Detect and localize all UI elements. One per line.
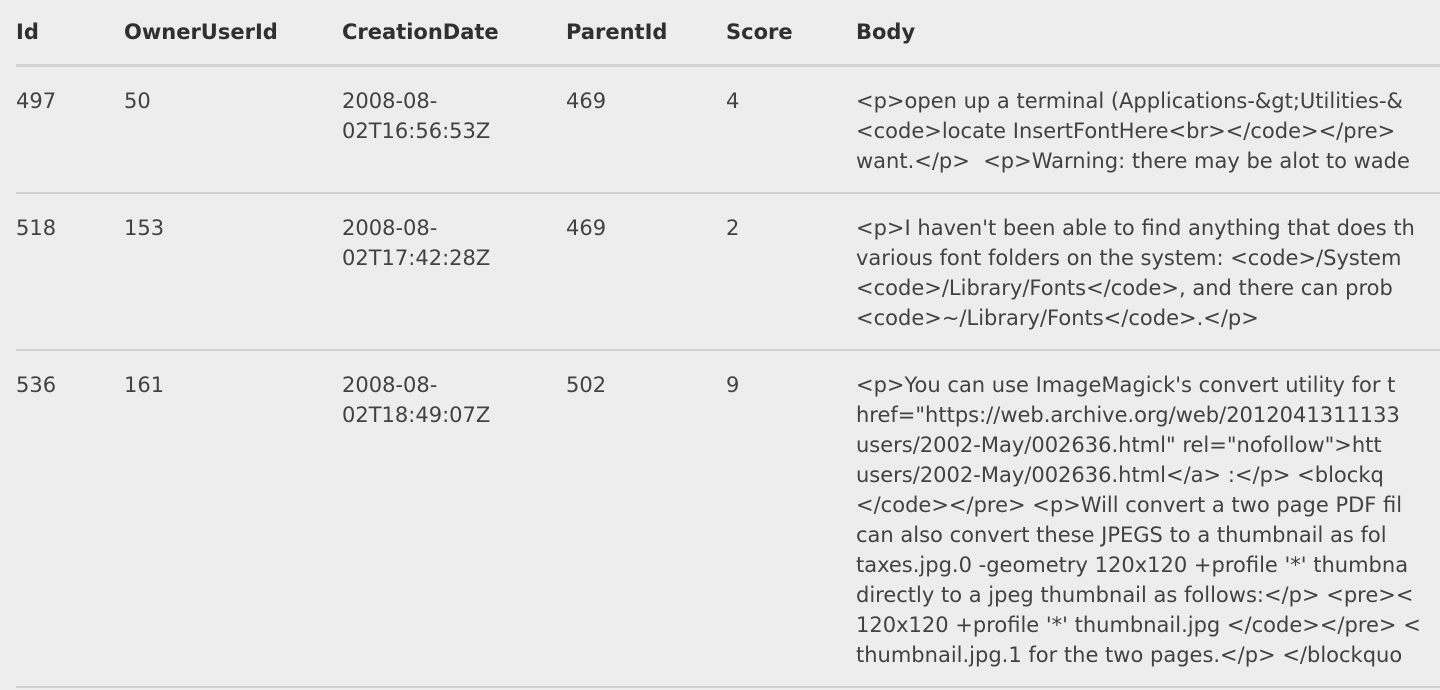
column-header-score[interactable]: Score [726, 0, 856, 67]
cell-id: 518 [16, 193, 124, 351]
cell-id: 536 [16, 350, 124, 688]
cell-creation-date: 2008-08- 02T18:49:07Z [342, 350, 566, 688]
body-line: can also convert these JPEGS to a thumbn… [856, 523, 1387, 547]
column-header-id[interactable]: Id [16, 0, 124, 67]
body-line: <code>locate InsertFontHere<br></code></… [856, 119, 1396, 143]
table-header-row: Id OwnerUserId CreationDate ParentId Sco… [16, 0, 1440, 67]
cell-owner-user-id: 50 [124, 65, 342, 194]
creation-date-line: 02T16:56:53Z [342, 119, 491, 143]
body-line: users/2002-May/002636.html" rel="nofollo… [856, 433, 1382, 457]
cell-score: 2 [726, 193, 856, 351]
creation-date-line: 2008-08- [342, 216, 438, 240]
cell-body: <p>You can use ImageMagick's convert uti… [856, 350, 1440, 688]
cell-score: 9 [726, 350, 856, 688]
cell-creation-date: 2008-08- 02T16:56:53Z [342, 65, 566, 194]
body-line: <p>You can use ImageMagick's convert uti… [856, 373, 1396, 397]
results-table-container: Id OwnerUserId CreationDate ParentId Sco… [16, 0, 1440, 690]
body-line: <code>~/Library/Fonts</code>.</p> [856, 306, 1259, 330]
column-header-owner-user-id[interactable]: OwnerUserId [124, 0, 342, 67]
body-line: href="https://web.archive.org/web/201204… [856, 403, 1400, 427]
body-line: various font folders on the system: <cod… [856, 246, 1402, 270]
cell-parent-id: 502 [566, 350, 726, 688]
body-line: <code>/Library/Fonts</code>, and there c… [856, 276, 1393, 300]
cell-score: 4 [726, 65, 856, 194]
cell-parent-id: 469 [566, 65, 726, 194]
cell-parent-id: 469 [566, 193, 726, 351]
body-line: 120x120 +profile '*' thumbnail.jpg </cod… [856, 613, 1421, 637]
creation-date-line: 2008-08- [342, 373, 438, 397]
cell-id: 497 [16, 65, 124, 194]
cell-creation-date: 2008-08- 02T17:42:28Z [342, 193, 566, 351]
body-line: <p>I haven't been able to find anything … [856, 216, 1415, 240]
column-header-creation-date[interactable]: CreationDate [342, 0, 566, 67]
creation-date-line: 02T18:49:07Z [342, 403, 491, 427]
body-line: directly to a jpeg thumbnail as follows:… [856, 583, 1414, 607]
table-row: 497 50 2008-08- 02T16:56:53Z 469 4 <p>op… [16, 65, 1440, 194]
cell-body: <p>open up a terminal (Applications-&gt;… [856, 65, 1440, 194]
creation-date-line: 2008-08- [342, 89, 438, 113]
cell-owner-user-id: 153 [124, 193, 342, 351]
body-line: want.</p> <p>Warning: there may be alot … [856, 149, 1410, 173]
table-row: 518 153 2008-08- 02T17:42:28Z 469 2 <p>I… [16, 193, 1440, 351]
body-line: thumbnail.jpg.1 for the two pages.</p> <… [856, 643, 1403, 667]
cell-body: <p>I haven't been able to find anything … [856, 193, 1440, 351]
cell-owner-user-id: 161 [124, 350, 342, 688]
column-header-body[interactable]: Body [856, 0, 1440, 67]
column-header-parent-id[interactable]: ParentId [566, 0, 726, 67]
body-line: users/2002-May/002636.html</a> :</p> <bl… [856, 463, 1384, 487]
body-line: taxes.jpg.0 -geometry 120x120 +profile '… [856, 553, 1409, 577]
creation-date-line: 02T17:42:28Z [342, 246, 491, 270]
table-row: 536 161 2008-08- 02T18:49:07Z 502 9 <p>Y… [16, 350, 1440, 688]
body-line: <p>open up a terminal (Applications-&gt;… [856, 89, 1403, 113]
body-line: </code></pre> <p>Will convert a two page… [856, 493, 1403, 517]
results-table: Id OwnerUserId CreationDate ParentId Sco… [16, 0, 1440, 688]
